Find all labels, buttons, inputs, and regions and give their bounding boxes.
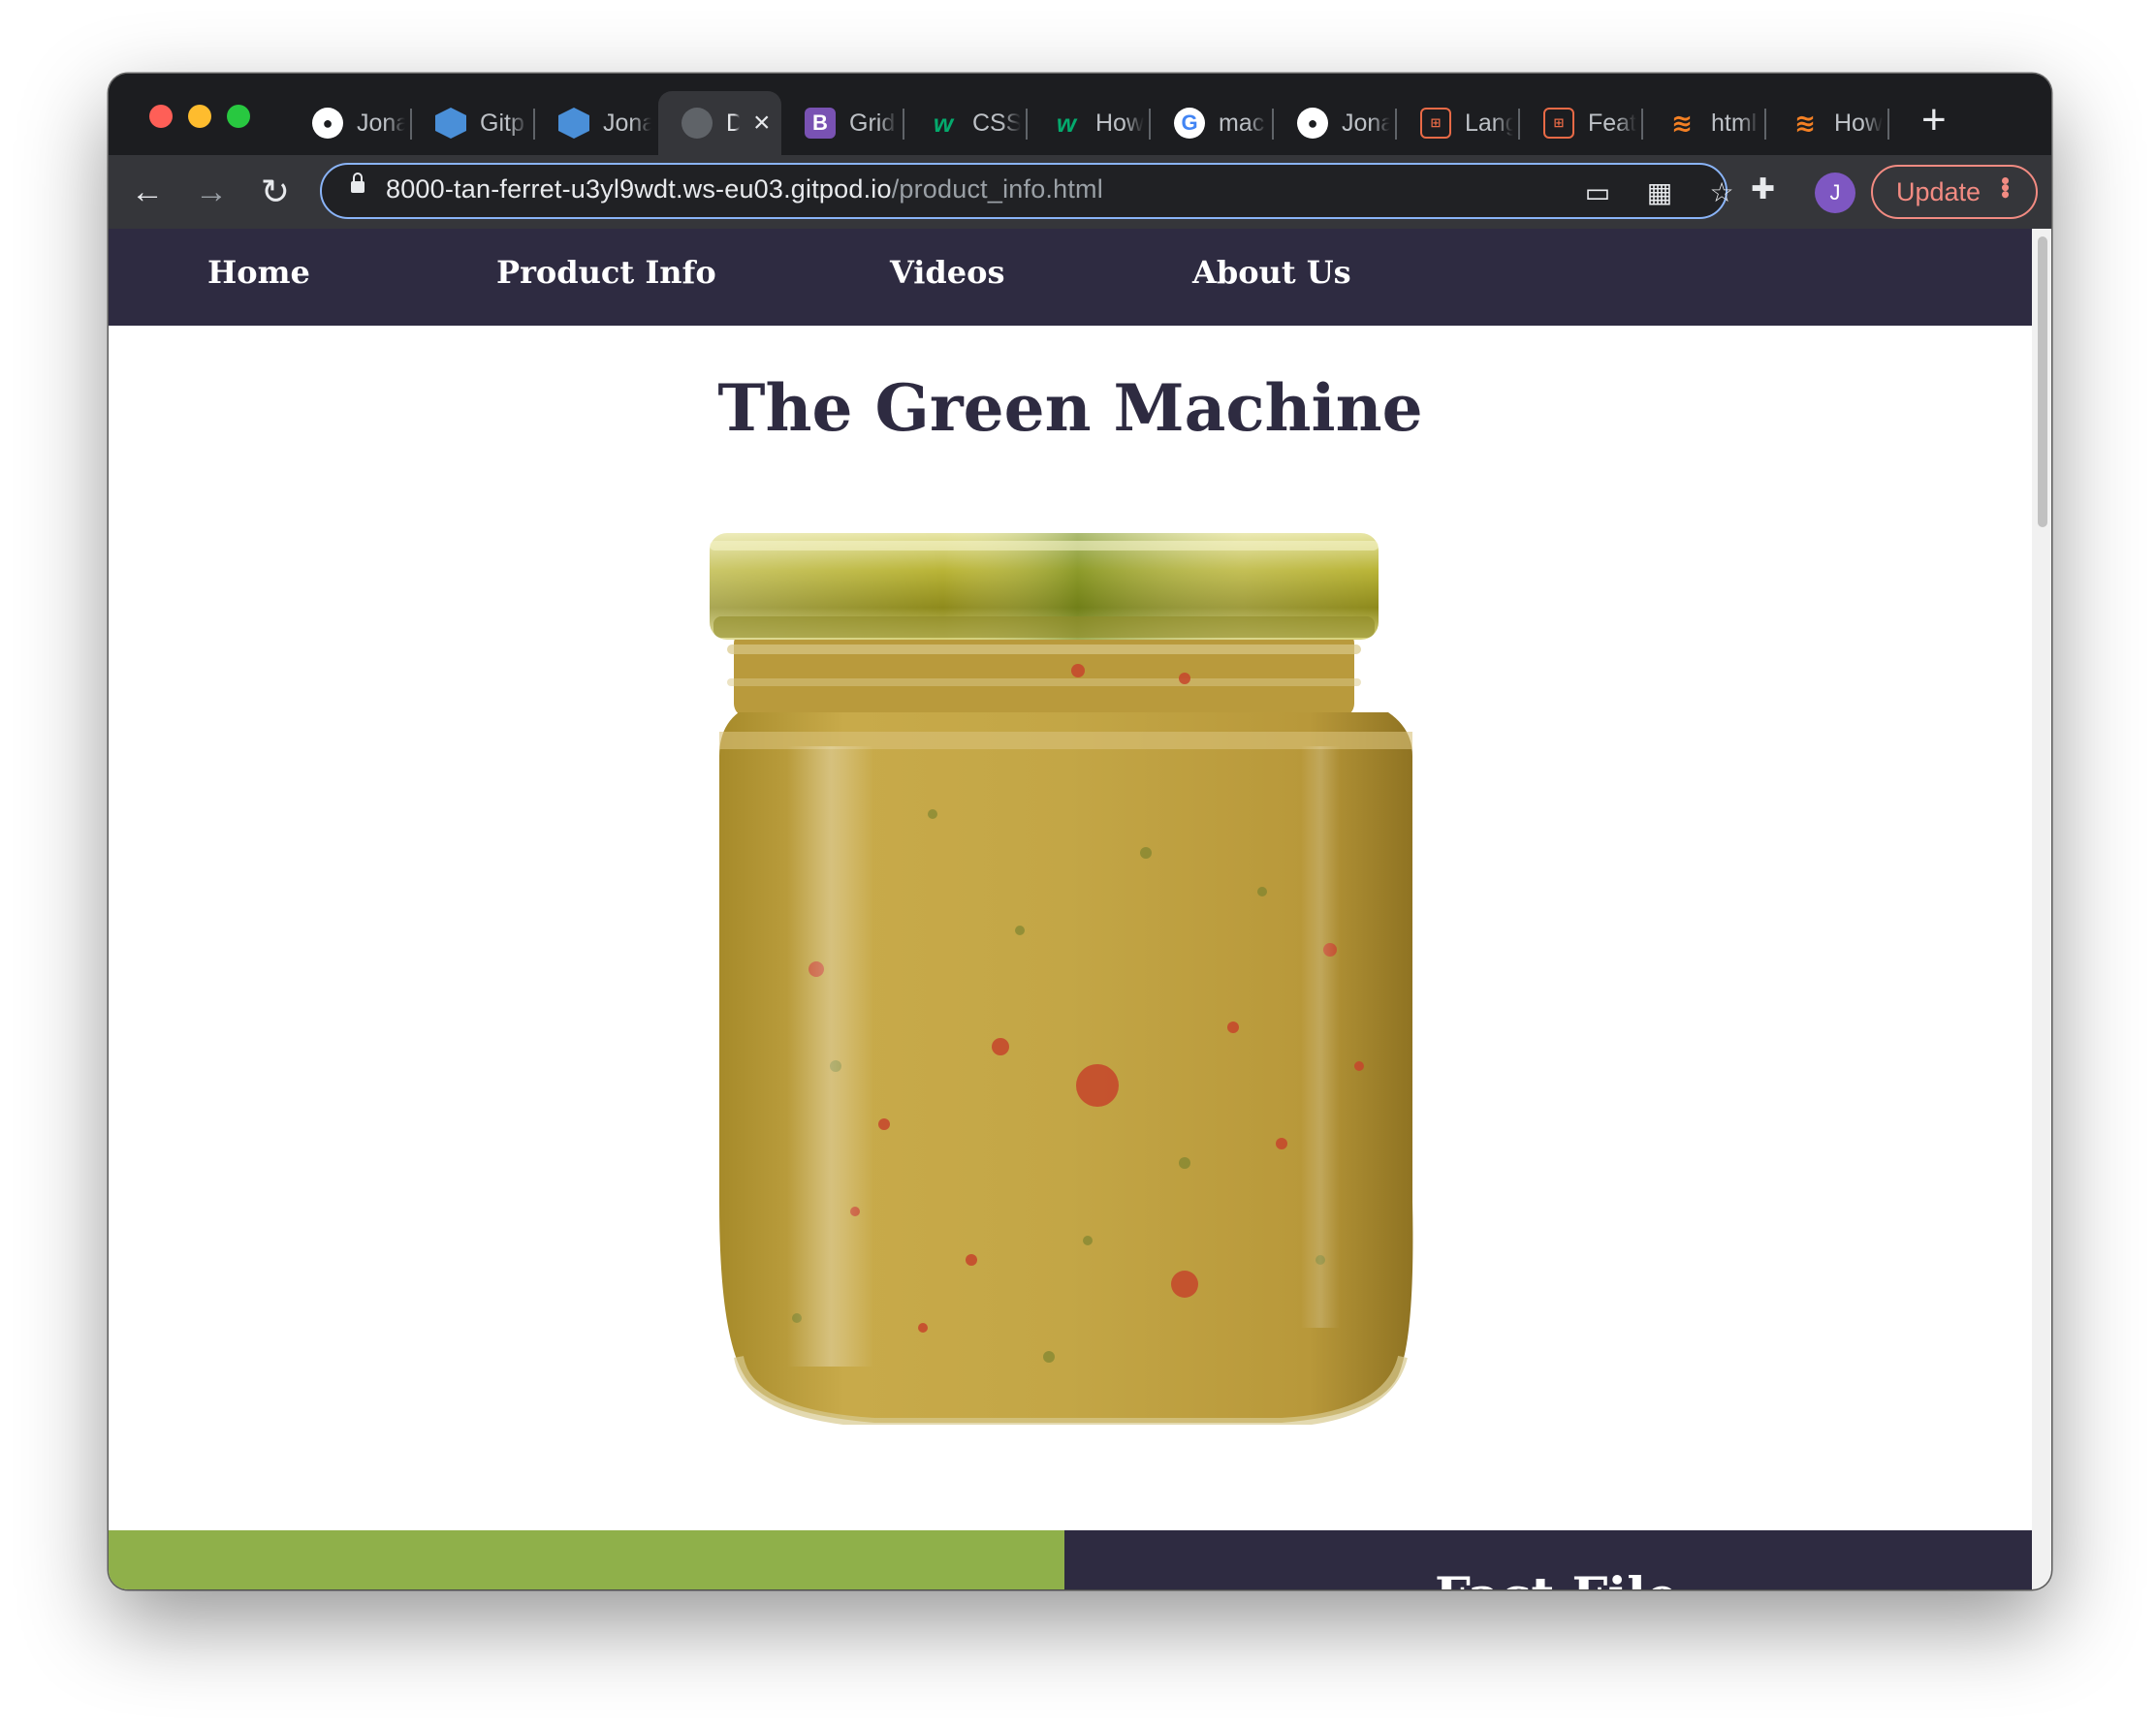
tab-github-1[interactable]: ● Jona: [289, 91, 412, 155]
tab-w3schools-2[interactable]: w How: [1028, 91, 1151, 155]
tab-gitpod-2[interactable]: Jona: [535, 91, 658, 155]
nav-link-about-us[interactable]: About Us: [1192, 254, 1351, 291]
url-host: 8000-tan-ferret-u3yl9wdt.ws-eu03.gitpod.…: [386, 174, 892, 204]
browser-window: ● Jona Gitp Jona D × B Grid w CSS w How …: [109, 74, 2051, 1589]
forward-arrow-icon[interactable]: →: [190, 171, 233, 213]
info-section-dark-panel: Fact File: [1064, 1530, 2032, 1589]
tab-title: How: [1834, 109, 1883, 137]
tab-google[interactable]: G mac: [1151, 91, 1274, 155]
update-button[interactable]: Update •••: [1871, 165, 2038, 219]
tab-title: Grid: [849, 109, 896, 137]
close-window-button[interactable]: [149, 105, 173, 128]
tab-caniuse-2[interactable]: ⊞ Feat: [1520, 91, 1643, 155]
new-tab-plus-icon[interactable]: +: [1921, 99, 1947, 141]
address-bar[interactable]: 8000-tan-ferret-u3yl9wdt.ws-eu03.gitpod.…: [320, 163, 1734, 219]
tab-title: CSS: [972, 109, 1021, 137]
nav-link-home[interactable]: Home: [207, 254, 310, 291]
url-text[interactable]: 8000-tan-ferret-u3yl9wdt.ws-eu03.gitpod.…: [386, 174, 1103, 204]
globe-icon: [682, 108, 713, 139]
site-nav: Home Product Info Videos About Us: [109, 229, 2032, 326]
tab-title: Feat: [1588, 109, 1636, 137]
fullscreen-window-button[interactable]: [227, 105, 250, 128]
github-icon: ●: [1297, 108, 1328, 139]
tab-bootstrap[interactable]: B Grid: [781, 91, 904, 155]
page-viewport: Home Product Info Videos About Us The Gr…: [109, 229, 2032, 1589]
tab-title: mac: [1219, 109, 1265, 137]
tab-title: html: [1711, 109, 1758, 137]
url-path: /product_info.html: [891, 174, 1103, 204]
tab-active[interactable]: D ×: [658, 91, 781, 155]
page-title: The Green Machine: [717, 370, 1423, 446]
info-section-green-panel: [109, 1530, 1064, 1589]
tab-github-2[interactable]: ● Jona: [1274, 91, 1397, 155]
bookmark-star-icon[interactable]: ☆: [1706, 176, 1737, 208]
tab-stackoverflow-1[interactable]: ≋ html: [1643, 91, 1766, 155]
qr-code-icon[interactable]: ▦: [1644, 176, 1675, 208]
close-tab-icon[interactable]: ×: [753, 109, 771, 138]
tab-list: ● Jona Gitp Jona D × B Grid w CSS w How …: [289, 91, 1889, 155]
nav-link-product-info[interactable]: Product Info: [496, 254, 716, 291]
tab-title: Gitp: [480, 109, 524, 137]
tab-caniuse-1[interactable]: ⊞ Lang: [1397, 91, 1520, 155]
product-jar-image: [710, 533, 1413, 1425]
caniuse-icon: ⊞: [1420, 108, 1451, 139]
tab-title: Jona: [1342, 109, 1390, 137]
tab-w3schools-1[interactable]: w CSS: [904, 91, 1028, 155]
tab-strip: ● Jona Gitp Jona D × B Grid w CSS w How …: [109, 74, 2051, 155]
page-scrollbar[interactable]: [2032, 229, 2051, 1589]
bootstrap-icon: B: [805, 108, 836, 139]
tab-title: How: [1095, 109, 1144, 137]
fact-file-heading: Fact File: [1435, 1567, 1678, 1589]
stackoverflow-icon: ≋: [1794, 108, 1816, 138]
w3schools-icon: w: [1056, 108, 1077, 138]
extensions-puzzle-icon[interactable]: ✚: [1751, 173, 1775, 206]
gitpod-icon: [558, 108, 589, 139]
back-arrow-icon[interactable]: ←: [126, 171, 169, 213]
tab-title: Jona: [357, 109, 405, 137]
device-cast-icon[interactable]: ▭: [1582, 176, 1613, 208]
tab-title: Jona: [603, 109, 651, 137]
scrollbar-thumb[interactable]: [2038, 236, 2047, 527]
reload-icon[interactable]: ↻: [254, 171, 297, 213]
tab-title: Lang: [1465, 109, 1513, 137]
caniuse-icon: ⊞: [1543, 108, 1574, 139]
browser-toolbar: ← → ↻ 8000-tan-ferret-u3yl9wdt.ws-eu03.g…: [109, 155, 2051, 229]
google-icon: G: [1174, 108, 1205, 139]
w3schools-icon: w: [933, 108, 954, 138]
tab-title: D: [726, 109, 740, 137]
stackoverflow-icon: ≋: [1671, 108, 1693, 138]
lock-icon[interactable]: [351, 173, 365, 194]
nav-link-videos[interactable]: Videos: [890, 254, 1005, 291]
tab-gitpod-1[interactable]: Gitp: [412, 91, 535, 155]
tab-stackoverflow-2[interactable]: ≋ How: [1766, 91, 1889, 155]
kebab-menu-icon[interactable]: •••: [1991, 176, 2020, 197]
github-icon: ●: [312, 108, 343, 139]
profile-avatar[interactable]: J: [1815, 173, 1855, 213]
gitpod-icon: [435, 108, 466, 139]
update-label: Update: [1896, 176, 1982, 206]
minimize-window-button[interactable]: [188, 105, 211, 128]
